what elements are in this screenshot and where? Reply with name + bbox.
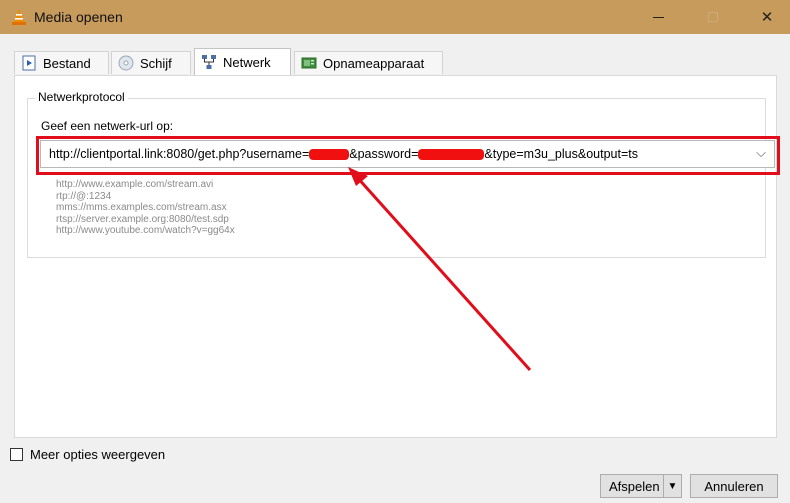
file-play-icon [22,55,36,71]
vlc-cone-icon [12,9,26,25]
minimize-icon [652,16,664,18]
tab-label: Schijf [140,55,172,71]
tab-label: Opnameapparaat [323,55,425,71]
example-url: http://www.example.com/stream.avi [56,179,214,190]
minimize-button[interactable] [635,0,681,34]
tab-opnameapparaat[interactable]: Opnameapparaat [294,51,443,74]
tab-schijf[interactable]: Schijf [111,51,191,74]
window-title: Media openen [34,9,123,25]
tab-netwerk[interactable]: Netwerk [194,48,291,75]
tab-bestand[interactable]: Bestand [14,51,109,74]
capture-device-icon [301,57,317,69]
title-bar: Media openen ✕ [0,0,790,34]
close-icon: ✕ [760,9,774,26]
close-button[interactable]: ✕ [744,0,790,34]
redacted-password [418,149,485,161]
maximize-button[interactable] [690,0,736,34]
group-title: Netwerkprotocol [35,90,128,104]
tab-label: Netwerk [223,54,271,70]
tab-label: Bestand [43,55,91,71]
play-label[interactable]: Afspelen [609,479,660,494]
example-url: mms://mms.examples.com/stream.asx [56,202,227,214]
example-url: rtsp://server.example.org:8080/test.sdp [56,213,229,225]
more-options-checkbox[interactable] [10,448,23,461]
play-dropdown-icon[interactable]: ▼ [663,475,681,497]
chevron-down-icon[interactable]: ⌵ [756,145,766,161]
network-icon [202,55,216,69]
play-button[interactable]: Afspelen ▼ [600,474,682,498]
url-examples: http://www.example.com/stream.avi rtp://… [56,179,235,237]
redacted-username [309,149,350,161]
more-options-label[interactable]: Meer opties weergeven [30,447,165,462]
disc-icon [118,55,134,71]
example-url: http://www.youtube.com/watch?v=gg64x [56,225,235,237]
cancel-button[interactable]: Annuleren [690,474,778,498]
maximize-icon [708,12,718,22]
url-input-value[interactable]: http://clientportal.link:8080/get.php?us… [49,147,638,161]
cancel-label[interactable]: Annuleren [704,479,763,494]
url-label: Geef een netwerk-url op: [41,119,174,133]
url-combobox[interactable]: http://clientportal.link:8080/get.php?us… [40,140,775,168]
more-options-row[interactable]: Meer opties weergeven [10,447,165,462]
network-panel: Netwerkprotocol Geef een netwerk-url op:… [14,75,780,438]
example-url: rtp://@:1234 [56,190,112,202]
